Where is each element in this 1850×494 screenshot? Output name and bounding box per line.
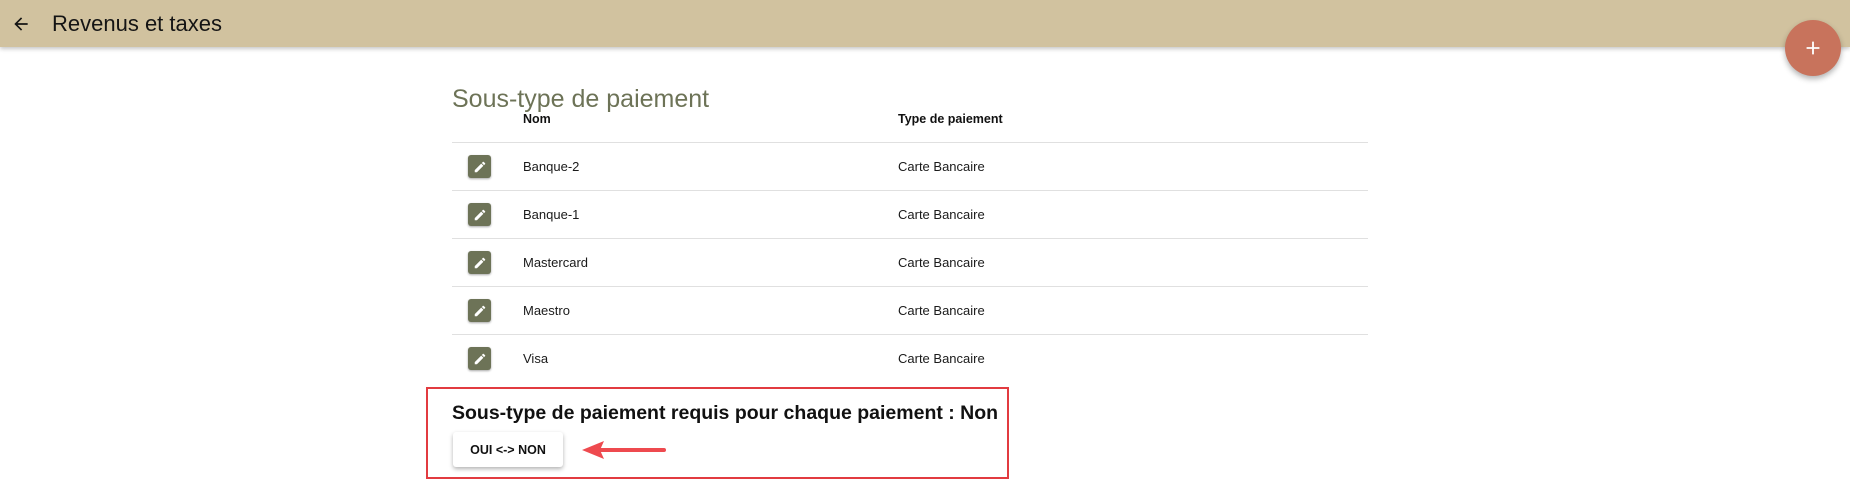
cell-nom: Banque-1 [523, 207, 580, 222]
toggle-oui-non-button[interactable]: OUI <-> NON [453, 432, 563, 467]
arrow-back-icon [14, 17, 28, 31]
edit-button[interactable] [468, 251, 491, 274]
edit-button[interactable] [468, 299, 491, 322]
table-row: Mastercard Carte Bancaire [452, 239, 1368, 287]
edit-button[interactable] [468, 155, 491, 178]
pencil-icon [474, 257, 485, 268]
table-header: Nom Type de paiement [452, 97, 1368, 143]
requirement-status-text: Sous-type de paiement requis pour chaque… [452, 402, 999, 424]
pencil-icon [474, 305, 485, 316]
cell-nom: Visa [523, 351, 549, 366]
cell-nom: Banque-2 [523, 159, 580, 174]
edit-button[interactable] [468, 347, 491, 370]
table-row: Visa Carte Bancaire [452, 335, 1368, 382]
pencil-icon [474, 209, 485, 220]
cell-type: Carte Bancaire [898, 255, 985, 270]
app-title: Revenus et taxes [52, 11, 222, 36]
column-header-nom: Nom [523, 112, 551, 126]
cell-type: Carte Bancaire [898, 207, 985, 222]
plus-icon [1806, 41, 1820, 55]
cell-nom: Mastercard [523, 255, 589, 270]
cell-type: Carte Bancaire [898, 303, 985, 318]
pencil-icon [474, 353, 485, 364]
cell-nom: Maestro [523, 303, 570, 318]
column-header-type: Type de paiement [898, 112, 1003, 126]
payment-subtype-table: Nom Type de paiement Banque-2 Carte Banc… [452, 97, 1368, 382]
table-row: Banque-1 Carte Bancaire [452, 191, 1368, 239]
pencil-icon [474, 161, 485, 172]
back-button[interactable] [6, 9, 36, 39]
cell-type: Carte Bancaire [898, 159, 985, 174]
table-row: Maestro Carte Bancaire [452, 287, 1368, 335]
app-bar: Revenus et taxes [0, 0, 1850, 47]
table-row: Banque-2 Carte Bancaire [452, 143, 1368, 191]
red-arrow-left-icon [582, 441, 666, 459]
edit-button[interactable] [468, 203, 491, 226]
cell-type: Carte Bancaire [898, 351, 985, 366]
add-button[interactable] [1785, 20, 1841, 76]
